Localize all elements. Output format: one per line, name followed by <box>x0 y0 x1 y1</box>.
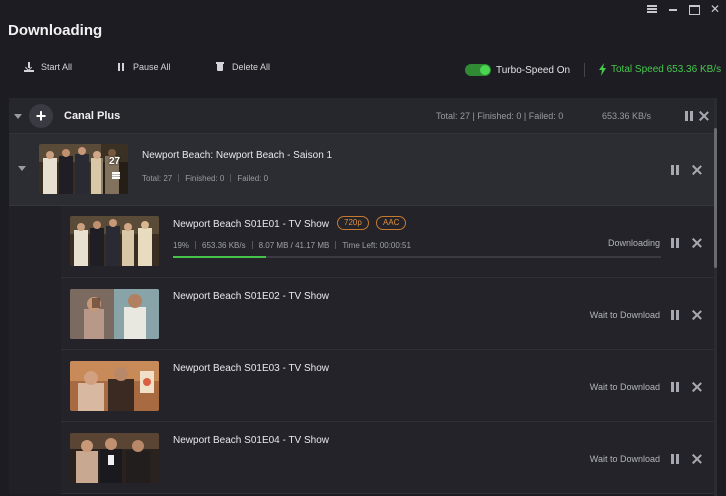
episode-status: Downloading <box>607 238 660 248</box>
group-name: Canal Plus <box>64 110 121 122</box>
menu-icon[interactable] <box>647 4 657 14</box>
episode-thumbnail <box>70 216 159 266</box>
episode-row: Newport Beach S01E04 - TV Show Wait to D… <box>9 422 714 494</box>
episode-size: 8.07 MB / 41.17 MB <box>258 241 330 250</box>
group-stats: Total: 27 | Finished: 0 | Failed: 0 <box>436 111 564 121</box>
scrollbar[interactable] <box>714 98 717 496</box>
group-header: + Canal Plus Total: 27 | Finished: 0 | F… <box>9 98 714 134</box>
episode-row: Newport Beach S01E02 - TV Show Wait to D… <box>9 278 714 350</box>
episode-title: Newport Beach S01E01 - TV Show <box>173 219 330 230</box>
season-close-icon[interactable] <box>692 165 702 175</box>
episode-status: Wait to Download <box>589 310 660 320</box>
add-icon[interactable]: + <box>29 104 53 128</box>
audio-tag: AAC <box>376 216 407 230</box>
maximize-icon[interactable] <box>689 4 700 15</box>
list-icon <box>112 172 120 178</box>
group-speed: 653.36 KB/s <box>602 111 652 121</box>
trash-icon <box>215 62 225 72</box>
total-speed-text: Total Speed 653.36 KB/s <box>611 64 722 75</box>
delete-all-button[interactable]: Delete All <box>215 62 270 72</box>
season-pause-icon[interactable] <box>671 165 679 175</box>
episode-close-icon[interactable] <box>692 238 702 248</box>
season-row: 27 Newport Beach: Newport Beach - Saison… <box>9 134 714 206</box>
pause-all-button[interactable]: Pause All <box>116 62 171 72</box>
episode-meta: 19% 653.36 KB/s 8.07 MB / 41.17 MB Time Lef… <box>173 241 411 250</box>
episode-pause-icon[interactable] <box>671 382 679 392</box>
episode-pause-icon[interactable] <box>671 238 679 248</box>
episode-speed: 653.36 KB/s <box>202 241 246 250</box>
episode-count-badge: 27 <box>109 156 121 167</box>
episode-status: Wait to Download <box>589 382 660 392</box>
total-speed: Total Speed 653.36 KB/s <box>598 63 721 76</box>
episode-pause-icon[interactable] <box>671 310 679 320</box>
group-close-icon[interactable] <box>699 111 709 121</box>
lightning-icon <box>599 63 606 76</box>
season-total: Total: 27 <box>142 174 173 183</box>
pause-icon <box>116 62 126 72</box>
collapse-group-icon[interactable] <box>14 114 22 119</box>
episode-close-icon[interactable] <box>692 382 702 392</box>
episode-thumbnail <box>70 289 159 339</box>
episode-row: Newport Beach S01E03 - TV Show Wait to D… <box>9 350 714 422</box>
pause-all-label: Pause All <box>133 62 171 72</box>
episode-title: Newport Beach S01E03 - TV Show <box>173 363 330 374</box>
episode-status: Wait to Download <box>589 454 660 464</box>
download-icon <box>24 62 34 72</box>
episode-percent: 19% <box>173 241 190 250</box>
turbo-speed-label: Turbo-Speed On <box>496 65 571 76</box>
episode-thumbnail <box>70 433 159 483</box>
season-stats: Total: 27 Finished: 0 Failed: 0 <box>142 174 268 183</box>
quality-tag: 720p <box>337 216 369 230</box>
episode-thumbnail <box>70 361 159 411</box>
season-title: Newport Beach: Newport Beach - Saison 1 <box>142 150 333 161</box>
season-thumbnail: 27 <box>39 144 128 194</box>
episode-time-left: Time Left: 00:00:51 <box>342 241 411 250</box>
episode-close-icon[interactable] <box>692 454 702 464</box>
episode-row: Newport Beach S01E01 - TV Show 720p AAC … <box>9 206 714 278</box>
close-window-icon[interactable]: ✕ <box>710 3 720 15</box>
start-all-label: Start All <box>41 62 73 72</box>
delete-all-label: Delete All <box>232 62 271 72</box>
group-pause-icon[interactable] <box>685 111 693 121</box>
progress-fill <box>173 256 266 258</box>
minimize-icon[interactable] <box>668 4 678 14</box>
season-finished: Finished: 0 <box>185 174 225 183</box>
episode-title: Newport Beach S01E04 - TV Show <box>173 435 330 446</box>
episode-close-icon[interactable] <box>692 310 702 320</box>
window-controls: ✕ <box>647 3 720 15</box>
collapse-season-icon[interactable] <box>18 166 26 171</box>
episode-progress-bar <box>173 256 661 258</box>
toolbar-divider <box>584 63 585 77</box>
start-all-button[interactable]: Start All <box>24 62 72 72</box>
episode-pause-icon[interactable] <box>671 454 679 464</box>
season-failed: Failed: 0 <box>237 174 269 183</box>
scrollbar-thumb[interactable] <box>714 128 717 268</box>
download-list: + Canal Plus Total: 27 | Finished: 0 | F… <box>9 98 714 496</box>
page-title: Downloading <box>8 22 103 39</box>
turbo-speed-toggle[interactable] <box>465 64 491 76</box>
episode-title: Newport Beach S01E02 - TV Show <box>173 291 330 302</box>
